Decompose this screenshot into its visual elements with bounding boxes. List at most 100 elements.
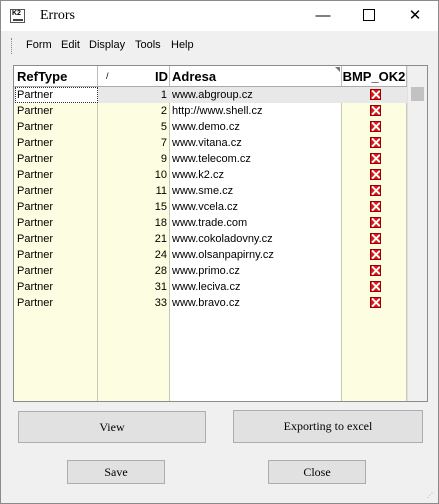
cell-id[interactable]: 7 <box>98 135 167 151</box>
column-header-bmp[interactable]: BMP_OK2 <box>342 66 407 86</box>
scrollbar-thumb[interactable] <box>411 87 424 101</box>
menu-tools[interactable]: Tools <box>135 39 161 51</box>
column-header-id[interactable]: / ID <box>98 66 170 86</box>
close-window-button[interactable]: ✕ <box>392 1 438 31</box>
column-header-address[interactable]: Adresa <box>170 66 342 86</box>
table-row[interactable]: Partner 24 www.olsanpapirny.cz <box>14 247 407 263</box>
cell-id[interactable]: 5 <box>98 119 167 135</box>
grid-body: Partner 1 www.abgroup.cz Partner 2 http://www… <box>14 87 407 401</box>
cell-reftype[interactable]: Partner <box>17 215 95 231</box>
maximize-button[interactable] <box>346 1 392 31</box>
cell-reftype[interactable]: Partner <box>17 295 95 311</box>
error-x-icon <box>370 249 381 260</box>
view-button[interactable]: View <box>18 411 206 443</box>
cell-address[interactable]: www.sme.cz <box>172 183 340 199</box>
error-x-icon <box>370 233 381 244</box>
table-row[interactable]: Partner 15 www.vcela.cz <box>14 199 407 215</box>
cell-address[interactable]: www.vcela.cz <box>172 199 340 215</box>
cell-address[interactable]: www.primo.cz <box>172 263 340 279</box>
grid-header: RefType / ID Adresa BMP_OK2 <box>14 66 427 87</box>
cell-id[interactable]: 18 <box>98 215 167 231</box>
cell-address[interactable]: www.telecom.cz <box>172 151 340 167</box>
table-row[interactable]: Partner 7 www.vitana.cz <box>14 135 407 151</box>
title-bar[interactable]: K2 Errors — ✕ <box>1 1 438 31</box>
error-x-icon <box>370 153 381 164</box>
cell-address[interactable]: www.olsanpapirny.cz <box>172 247 340 263</box>
error-x-icon <box>370 265 381 276</box>
table-row[interactable]: Partner 18 www.trade.com <box>14 215 407 231</box>
cell-reftype[interactable]: Partner <box>17 263 95 279</box>
cell-reftype[interactable]: Partner <box>17 231 95 247</box>
cell-id[interactable]: 33 <box>98 295 167 311</box>
column-header-address-label: Adresa <box>172 69 217 84</box>
table-row[interactable]: Partner 33 www.bravo.cz <box>14 295 407 311</box>
cell-address[interactable]: http://www.shell.cz <box>172 103 340 119</box>
cell-id[interactable]: 1 <box>98 87 167 103</box>
app-icon-label: K2 <box>12 10 21 17</box>
vertical-scrollbar[interactable] <box>407 66 427 401</box>
error-x-icon <box>370 137 381 148</box>
errors-window: K2 Errors — ✕ Form Edit Display Tools He… <box>0 0 439 504</box>
close-button[interactable]: Close <box>268 460 366 484</box>
cell-id[interactable]: 15 <box>98 199 167 215</box>
maximize-icon <box>363 8 375 21</box>
minimize-button[interactable]: — <box>300 1 346 31</box>
sort-indicator: / <box>106 71 109 81</box>
menu-help[interactable]: Help <box>171 39 194 51</box>
cell-reftype[interactable]: Partner <box>17 119 95 135</box>
cell-address[interactable]: www.k2.cz <box>172 167 340 183</box>
error-x-icon <box>370 201 381 212</box>
cell-address[interactable]: www.leciva.cz <box>172 279 340 295</box>
error-x-icon <box>370 169 381 180</box>
table-row[interactable]: Partner 31 www.leciva.cz <box>14 279 407 295</box>
menu-display[interactable]: Display <box>89 39 125 51</box>
cell-address[interactable]: www.abgroup.cz <box>172 87 340 103</box>
menu-edit[interactable]: Edit <box>61 39 80 51</box>
cell-address[interactable]: www.cokoladovny.cz <box>172 231 340 247</box>
cell-reftype[interactable]: Partner <box>17 87 95 103</box>
cell-reftype[interactable]: Partner <box>17 135 95 151</box>
error-x-icon <box>370 217 381 228</box>
column-header-id-label: ID <box>155 69 168 84</box>
cell-id[interactable]: 11 <box>98 183 167 199</box>
cell-reftype[interactable]: Partner <box>17 151 95 167</box>
cell-id[interactable]: 10 <box>98 167 167 183</box>
cell-reftype[interactable]: Partner <box>17 167 95 183</box>
cell-reftype[interactable]: Partner <box>17 183 95 199</box>
cell-reftype[interactable]: Partner <box>17 247 95 263</box>
cell-reftype[interactable]: Partner <box>17 279 95 295</box>
errors-grid[interactable]: RefType / ID Adresa BMP_OK2 Partner 1 www.… <box>13 65 428 402</box>
menu-grip <box>11 38 15 54</box>
cell-address[interactable]: www.vitana.cz <box>172 135 340 151</box>
cell-id[interactable]: 2 <box>98 103 167 119</box>
cell-id[interactable]: 28 <box>98 263 167 279</box>
table-row[interactable]: Partner 2 http://www.shell.cz <box>14 103 407 119</box>
cell-id[interactable]: 21 <box>98 231 167 247</box>
cell-reftype[interactable]: Partner <box>17 103 95 119</box>
export-excel-button[interactable]: Exporting to excel <box>233 410 423 443</box>
menu-bar: Form Edit Display Tools Help <box>11 35 431 57</box>
cell-address[interactable]: www.bravo.cz <box>172 295 340 311</box>
table-row[interactable]: Partner 28 www.primo.cz <box>14 263 407 279</box>
filter-marker-icon <box>335 67 340 72</box>
cell-id[interactable]: 9 <box>98 151 167 167</box>
cell-address[interactable]: www.trade.com <box>172 215 340 231</box>
cell-address[interactable]: www.demo.cz <box>172 119 340 135</box>
table-row[interactable]: Partner 1 www.abgroup.cz <box>14 87 407 103</box>
menu-form[interactable]: Form <box>26 39 52 51</box>
error-x-icon <box>370 297 381 308</box>
table-row[interactable]: Partner 11 www.sme.cz <box>14 183 407 199</box>
error-x-icon <box>370 89 381 100</box>
table-row[interactable]: Partner 10 www.k2.cz <box>14 167 407 183</box>
column-header-reftype[interactable]: RefType <box>14 66 98 86</box>
error-x-icon <box>370 185 381 196</box>
table-row[interactable]: Partner 9 www.telecom.cz <box>14 151 407 167</box>
cell-id[interactable]: 31 <box>98 279 167 295</box>
cell-id[interactable]: 24 <box>98 247 167 263</box>
save-button[interactable]: Save <box>67 460 165 484</box>
table-row[interactable]: Partner 5 www.demo.cz <box>14 119 407 135</box>
cell-reftype[interactable]: Partner <box>17 199 95 215</box>
window-title: Errors <box>40 8 75 23</box>
resize-grip-icon[interactable]: ⋰ <box>427 492 435 500</box>
table-row[interactable]: Partner 21 www.cokoladovny.cz <box>14 231 407 247</box>
